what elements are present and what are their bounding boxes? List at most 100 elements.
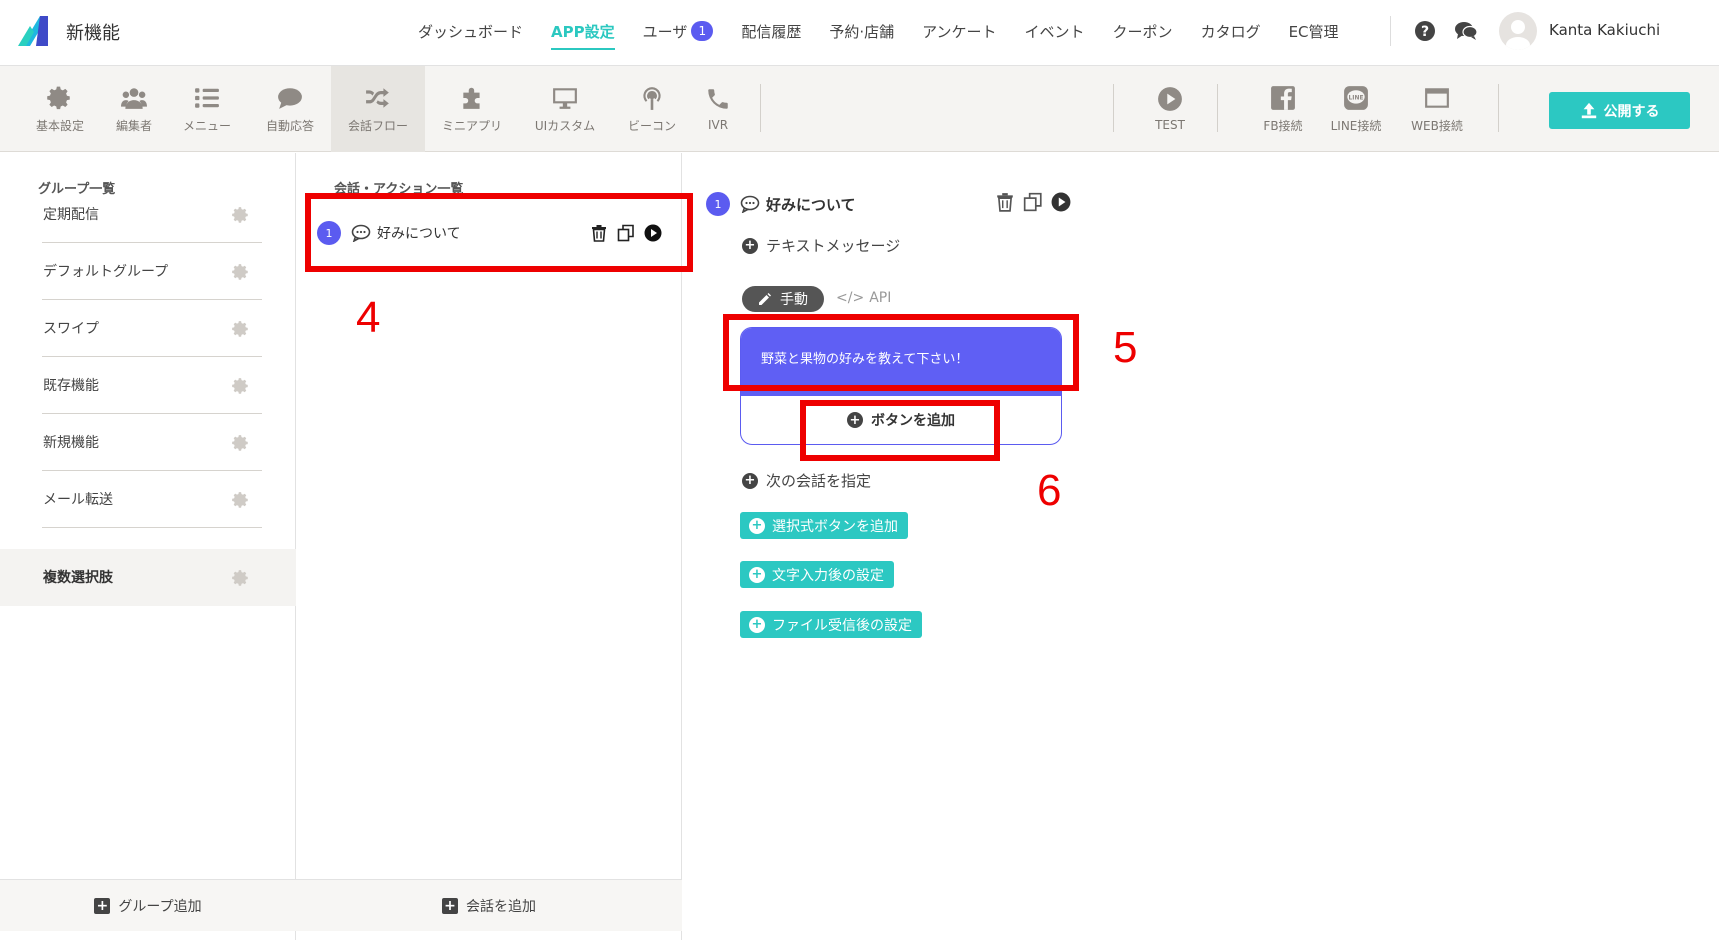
app-logo-icon[interactable]	[18, 16, 50, 46]
tool-ui-custom[interactable]: UIカスタム	[530, 66, 600, 152]
tool-basic-settings[interactable]: 基本設定	[26, 66, 94, 152]
nav-coupons[interactable]: クーポン	[1113, 21, 1173, 42]
toolbar-divider	[1113, 84, 1114, 132]
annotation-number-6: 6	[1037, 466, 1062, 515]
plus-circle-icon: +	[847, 412, 863, 428]
gear-icon[interactable]	[232, 206, 250, 224]
users-count-badge: 1	[691, 21, 714, 41]
group-label: 複数選択肢	[43, 570, 113, 586]
nav-label: クーポン	[1112, 22, 1173, 41]
nav-label: 配信履歴	[741, 22, 802, 41]
gear-icon[interactable]	[232, 263, 250, 281]
gear-icon[interactable]	[232, 491, 250, 509]
group-item[interactable]: 既存機能	[0, 357, 296, 414]
group-label: 新規機能	[43, 435, 99, 451]
upload-icon	[1581, 102, 1596, 118]
tool-auto-reply[interactable]: 自動応答	[256, 66, 324, 152]
help-icon[interactable]: ?	[1415, 21, 1435, 41]
group-item[interactable]: メール転送	[0, 471, 296, 528]
add-button-button[interactable]: + ボタンを追加	[741, 396, 1061, 444]
app-name: 新機能	[66, 23, 120, 44]
tool-ivr[interactable]: IVR	[698, 66, 738, 152]
conversation-list-title: 会話・アクション一覧	[334, 182, 464, 197]
add-choice-button[interactable]: + 選択式ボタンを追加	[740, 512, 908, 539]
top-header: 新機能 ダッシュボード APP設定 ユーザ 1 配信履歴 予約·店舗 アンケート …	[0, 0, 1719, 66]
mode-api-tab[interactable]: </> API	[836, 290, 891, 306]
plus-square-icon: +	[94, 897, 111, 914]
conversation-item[interactable]: 1 好みについて	[317, 208, 662, 258]
nav-reservations[interactable]: 予約·店舗	[829, 21, 894, 42]
tool-fb-connect[interactable]: FB接続	[1255, 66, 1311, 152]
tool-menu[interactable]: メニュー	[176, 66, 238, 152]
nav-ec-management[interactable]: EC管理	[1289, 21, 1339, 42]
puzzle-icon	[463, 87, 480, 109]
after-file-receive-button[interactable]: + ファイル受信後の設定	[740, 611, 922, 638]
conversation-number: 1	[317, 221, 341, 245]
list-icon	[195, 87, 219, 108]
tool-line-connect[interactable]: LINE LINE接続	[1324, 66, 1388, 152]
next-conversation-label: 次の会話を指定	[766, 472, 872, 490]
plus-circle-icon: +	[749, 566, 765, 583]
publish-label: 公開する	[1603, 103, 1660, 120]
tool-web-connect[interactable]: WEB接続	[1404, 66, 1470, 152]
shuffle-icon	[366, 87, 389, 108]
mode-manual-tab[interactable]: 手動	[742, 286, 824, 312]
tool-conversation-flow[interactable]: 会話フロー	[331, 66, 425, 152]
user-name[interactable]: Kanta Kakiuchi	[1549, 21, 1660, 39]
editor-actions	[995, 192, 1079, 212]
add-group-button[interactable]: + グループ追加	[0, 879, 296, 931]
group-item-selected[interactable]: 複数選択肢	[0, 549, 296, 606]
message-text[interactable]: 野菜と果物の好みを教えて下さい！	[741, 328, 1061, 396]
add-conversation-button[interactable]: + 会話を追加	[296, 879, 682, 931]
tool-label: ミニアプリ	[441, 118, 502, 133]
tool-label: ビーコン	[627, 118, 676, 133]
group-item[interactable]: スワイプ	[0, 300, 296, 357]
nav-label: EC管理	[1288, 22, 1339, 41]
gear-icon[interactable]	[232, 434, 250, 452]
after-file-receive-label: ファイル受信後の設定	[772, 617, 912, 634]
nav-delivery-history[interactable]: 配信履歴	[741, 21, 801, 42]
after-text-input-button[interactable]: + 文字入力後の設定	[740, 561, 894, 588]
group-item[interactable]: 新規機能	[0, 414, 296, 471]
tool-editors[interactable]: 編集者	[108, 66, 160, 152]
trash-icon[interactable]	[995, 192, 1015, 212]
nav-survey[interactable]: アンケート	[922, 21, 996, 42]
plus-circle-icon: +	[742, 237, 758, 254]
gear-icon[interactable]	[232, 320, 250, 338]
tool-beacon[interactable]: ビーコン	[622, 66, 682, 152]
play-icon	[1158, 87, 1182, 111]
nav-users[interactable]: ユーザ 1	[643, 21, 714, 42]
trash-icon[interactable]	[590, 224, 608, 242]
plus-square-icon: +	[442, 897, 458, 914]
add-text-message-button[interactable]: + テキストメッセージ	[742, 235, 900, 256]
tool-test[interactable]: TEST	[1150, 66, 1190, 152]
nav-label: ユーザ	[642, 22, 688, 41]
tool-label: 基本設定	[35, 118, 84, 133]
set-next-conversation-button[interactable]: + 次の会話を指定	[742, 470, 871, 491]
chat-icon[interactable]	[1454, 21, 1478, 41]
copy-icon[interactable]	[617, 224, 635, 242]
play-icon[interactable]	[644, 224, 662, 242]
nav-app-settings[interactable]: APP設定	[551, 21, 615, 50]
group-item[interactable]: 定期配信	[0, 186, 296, 243]
speech-bubble-icon	[351, 224, 371, 242]
tool-label: メニュー	[182, 118, 231, 133]
text-message-label: テキストメッセージ	[766, 237, 901, 255]
copy-icon[interactable]	[1023, 192, 1043, 212]
plus-circle-icon: +	[742, 472, 758, 489]
conversation-list-panel: 会話・アクション一覧 1 好みについて	[296, 153, 682, 940]
group-item[interactable]: デフォルトグループ	[0, 243, 296, 300]
gear-icon[interactable]	[232, 377, 250, 395]
code-icon: </>	[836, 290, 865, 306]
add-choice-label: 選択式ボタンを追加	[772, 518, 898, 535]
nav-dashboard[interactable]: ダッシュボード	[418, 21, 523, 42]
avatar[interactable]	[1499, 12, 1537, 50]
play-icon[interactable]	[1051, 192, 1071, 212]
tool-mini-app[interactable]: ミニアプリ	[436, 66, 508, 152]
gear-icon[interactable]	[232, 569, 250, 587]
publish-button[interactable]: 公開する	[1549, 92, 1690, 129]
beacon-icon	[643, 86, 661, 110]
tool-label: WEB接続	[1411, 118, 1463, 133]
nav-events[interactable]: イベント	[1025, 21, 1085, 42]
nav-catalog[interactable]: カタログ	[1201, 21, 1261, 42]
